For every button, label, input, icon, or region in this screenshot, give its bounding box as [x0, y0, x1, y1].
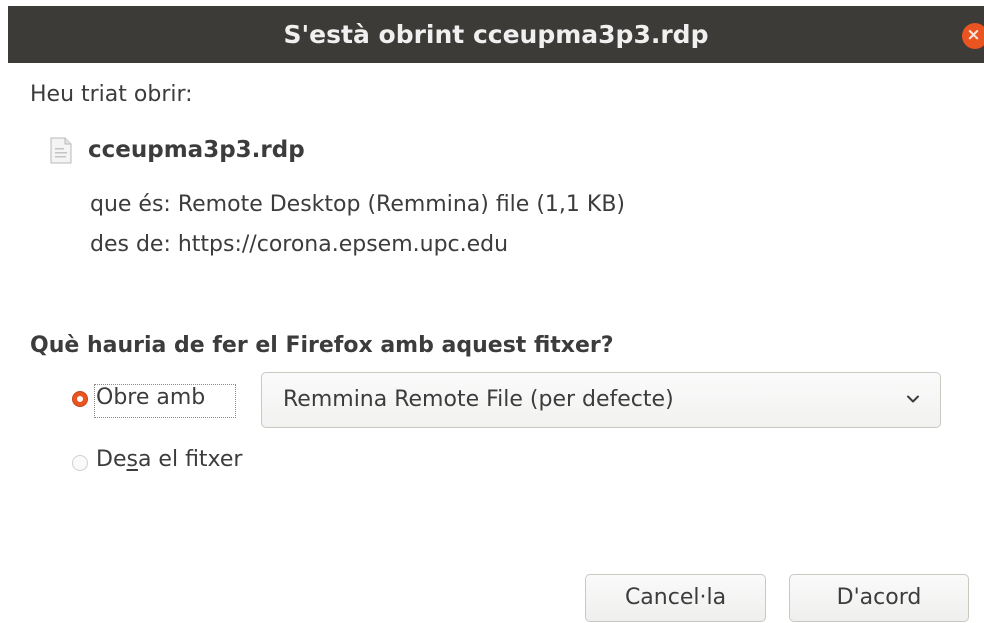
window-title: S'està obrint cceupma3p3.rdp — [283, 20, 709, 49]
save-label-mnemonic: s — [126, 447, 138, 472]
save-label-prefix: De — [96, 447, 127, 472]
chevron-down-icon — [907, 395, 919, 403]
intro-label: Heu triat obrir: — [30, 82, 193, 107]
title-bar[interactable]: S'està obrint cceupma3p3.rdp × — [8, 6, 984, 63]
file-name: cceupma3p3.rdp — [88, 137, 305, 163]
file-type: que és: Remote Desktop (Remmina) file (1… — [90, 192, 625, 217]
application-select-value: Remmina Remote File (per defecte) — [283, 387, 674, 412]
ok-button[interactable]: D'acord — [789, 574, 969, 622]
cancel-button[interactable]: Cancel·la — [585, 574, 766, 622]
action-question: Què hauria de fer el Firefox amb aquest … — [30, 333, 614, 358]
close-icon[interactable]: × — [962, 23, 984, 49]
application-select[interactable]: Remmina Remote File (per defecte) — [261, 372, 941, 428]
save-label-suffix: a el fitxer — [137, 447, 243, 472]
save-file-label[interactable]: Desa el fitxer — [96, 447, 242, 472]
download-dialog: S'està obrint cceupma3p3.rdp × Heu triat… — [0, 0, 984, 623]
open-with-label[interactable]: Obre amb — [96, 385, 205, 410]
open-with-radio[interactable] — [72, 391, 88, 407]
document-icon — [50, 137, 72, 164]
save-file-radio[interactable] — [72, 455, 88, 471]
file-source: des de: https://corona.epsem.upc.edu — [90, 232, 509, 257]
